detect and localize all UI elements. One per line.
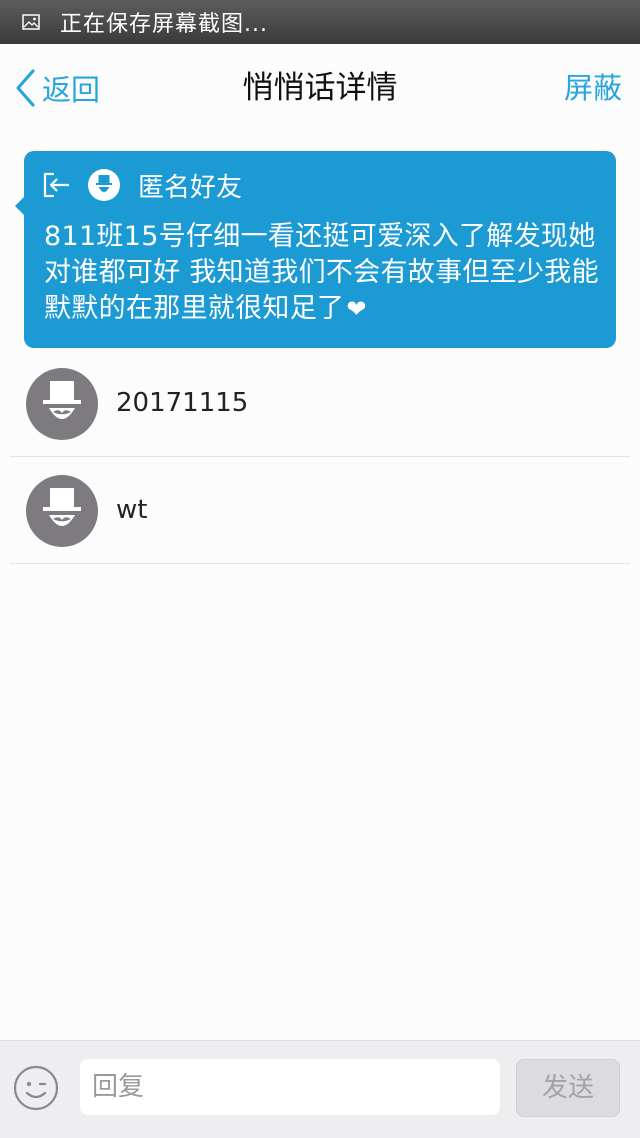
page-title: 悄悄话详情	[242, 70, 398, 106]
image-icon	[22, 14, 40, 30]
message-header: 匿名好友	[42, 165, 242, 205]
message-body: 811班15号仔细一看还挺可爱深入了解发现她对谁都可好 我知道我们不会有故事但至…	[44, 219, 614, 327]
list-item-name: wt	[116, 495, 148, 525]
anonymous-avatar-icon	[88, 169, 120, 201]
send-button[interactable]: 发送	[516, 1059, 620, 1117]
sender-name: 匿名好友	[138, 172, 243, 203]
message-text: 811班15号仔细一看还挺可爱深入了解发现她对谁都可好 我知道我们不会有故事但至…	[44, 221, 599, 324]
reply-input[interactable]	[80, 1059, 500, 1115]
card-notch	[15, 197, 24, 215]
status-text: 正在保存屏幕截图...	[60, 12, 268, 37]
avatar	[26, 475, 98, 547]
heart-icon: ❤	[346, 295, 367, 323]
message-card: 匿名好友 811班15号仔细一看还挺可爱深入了解发现她对谁都可好 我知道我们不会…	[15, 151, 616, 348]
reply-bar: 发送	[0, 1040, 640, 1138]
status-bar: 正在保存屏幕截图...	[0, 0, 640, 44]
avatar	[26, 368, 98, 440]
exit-icon[interactable]	[42, 171, 72, 199]
divider	[10, 563, 630, 564]
reply-list: 20171115 wt	[0, 350, 640, 564]
list-item[interactable]: 20171115	[0, 350, 640, 457]
list-item[interactable]: wt	[0, 457, 640, 564]
block-button[interactable]: 屏蔽	[564, 66, 622, 110]
list-item-name: 20171115	[116, 388, 249, 418]
emoji-icon[interactable]	[13, 1065, 59, 1111]
nav-bar: 返回 悄悄话详情 屏蔽	[0, 44, 640, 134]
